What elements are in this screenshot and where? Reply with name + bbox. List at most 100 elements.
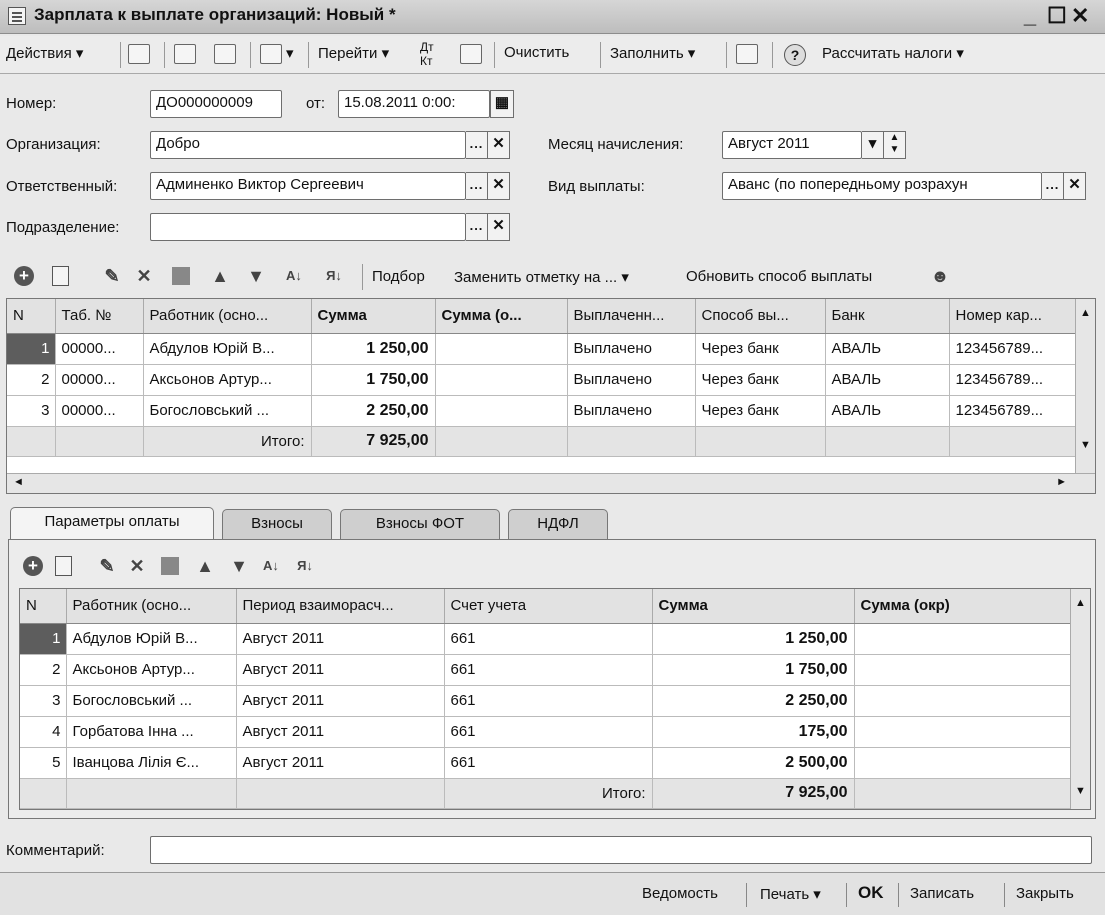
col-worker[interactable]: Работник (осно... bbox=[143, 299, 312, 334]
col-sum-o[interactable]: Сумма (о... bbox=[435, 299, 568, 334]
tab-contributions-fot[interactable]: Взносы ФОТ bbox=[340, 509, 500, 539]
col-account[interactable]: Счет учета bbox=[444, 589, 653, 624]
tab-contributions[interactable]: Взносы bbox=[222, 509, 332, 539]
payment-params-table[interactable]: N Работник (осно... Период взаиморасч...… bbox=[19, 588, 1091, 810]
col-card[interactable]: Номер кар... bbox=[949, 299, 1076, 334]
delete-row-icon[interactable]: ✕ bbox=[127, 556, 147, 576]
move-down-icon[interactable]: ▼ bbox=[229, 556, 249, 576]
edit-row-icon[interactable]: ✎ bbox=[102, 266, 122, 286]
edit-row-icon[interactable]: ✎ bbox=[97, 556, 117, 576]
org-field[interactable]: Добро bbox=[150, 131, 466, 159]
close-icon[interactable]: ✕ bbox=[1071, 3, 1095, 29]
fill-menu[interactable]: Заполнить ▾ bbox=[610, 44, 695, 62]
actions-menu[interactable]: Действия ▾ bbox=[6, 44, 83, 62]
scroll-left-icon[interactable]: ◄ bbox=[13, 476, 24, 488]
table-row[interactable]: 3 Богословський ... Август 2011 661 2 25… bbox=[20, 685, 1071, 717]
add-row-icon[interactable]: + bbox=[14, 266, 34, 286]
refresh-pay-method-button[interactable]: Обновить способ выплаты bbox=[686, 268, 872, 285]
delete-row-icon[interactable]: ✕ bbox=[134, 266, 154, 286]
horizontal-scrollbar[interactable]: ◄ ► bbox=[7, 473, 1095, 493]
number-field[interactable]: ДО000000009 bbox=[150, 90, 282, 118]
responsible-select-button[interactable]: ... bbox=[466, 172, 488, 200]
col-bank[interactable]: Банк bbox=[825, 299, 950, 334]
scroll-up-icon[interactable]: ▲ bbox=[1076, 307, 1095, 319]
print-icon[interactable] bbox=[260, 44, 282, 64]
sort-desc-icon[interactable]: Я↓ bbox=[295, 556, 315, 576]
col-n[interactable]: N bbox=[7, 299, 56, 334]
table-row[interactable]: 5 Іванцова Лілія Є... Август 2011 661 2 … bbox=[20, 747, 1071, 779]
scroll-down-icon[interactable]: ▼ bbox=[1071, 785, 1090, 797]
col-tab[interactable]: Таб. № bbox=[55, 299, 144, 334]
print-dropdown-icon[interactable]: ▾ bbox=[286, 44, 294, 62]
month-field[interactable]: Август 2011 bbox=[722, 131, 862, 159]
dept-select-button[interactable]: ... bbox=[466, 213, 488, 241]
dept-clear-icon[interactable]: ✕ bbox=[488, 213, 510, 241]
replace-mark-menu[interactable]: Заменить отметку на ... ▾ bbox=[454, 268, 629, 286]
vertical-scrollbar[interactable]: ▲ ▼ bbox=[1075, 299, 1095, 473]
month-spinner[interactable]: ▲ ▼ bbox=[884, 131, 906, 159]
end-edit-icon[interactable] bbox=[172, 267, 190, 285]
help-icon[interactable]: ? bbox=[784, 44, 806, 66]
col-sum[interactable]: Сумма bbox=[652, 589, 855, 624]
vertical-scrollbar[interactable]: ▲ ▼ bbox=[1070, 589, 1090, 809]
sort-asc-icon[interactable]: A↓ bbox=[261, 556, 281, 576]
structure-icon[interactable] bbox=[174, 44, 196, 64]
paytype-field[interactable]: Аванс (по попередньому розрахун bbox=[722, 172, 1042, 200]
responsible-clear-icon[interactable]: ✕ bbox=[488, 172, 510, 200]
goto-menu[interactable]: Перейти ▾ bbox=[318, 44, 389, 62]
end-edit-icon[interactable] bbox=[161, 557, 179, 575]
org-select-button[interactable]: ... bbox=[466, 131, 488, 159]
list-settings-icon[interactable] bbox=[736, 44, 758, 64]
calendar-icon[interactable]: ▦ bbox=[490, 90, 514, 118]
col-paid[interactable]: Выплаченн... bbox=[567, 299, 696, 334]
clear-button[interactable]: Очистить bbox=[504, 44, 569, 61]
table-row[interactable]: 1 00000... Абдулов Юрій В... 1 250,00 Вы… bbox=[7, 333, 1076, 365]
people-icon[interactable]: ☻ bbox=[930, 266, 950, 286]
table-row[interactable]: 1 Абдулов Юрій В... Август 2011 661 1 25… bbox=[20, 623, 1071, 655]
col-n[interactable]: N bbox=[20, 589, 67, 624]
statement-button[interactable]: Ведомость bbox=[642, 885, 718, 902]
print-menu[interactable]: Печать ▾ bbox=[760, 885, 821, 903]
sort-desc-icon[interactable]: Я↓ bbox=[324, 266, 344, 286]
report-icon[interactable] bbox=[460, 44, 482, 64]
ok-button[interactable]: OK bbox=[858, 883, 884, 903]
col-sum-rounded[interactable]: Сумма (окр) bbox=[854, 589, 1071, 624]
paytype-select-button[interactable]: ... bbox=[1042, 172, 1064, 200]
tab-payment-params[interactable]: Параметры оплаты bbox=[10, 507, 214, 539]
col-period[interactable]: Период взаиморасч... bbox=[236, 589, 445, 624]
debit-credit-icon[interactable]: Дт Кт bbox=[420, 40, 434, 68]
col-worker[interactable]: Работник (осно... bbox=[66, 589, 237, 624]
comment-field[interactable] bbox=[150, 836, 1092, 864]
dept-field[interactable] bbox=[150, 213, 466, 241]
refresh-doc-icon[interactable] bbox=[214, 44, 236, 64]
paytype-clear-icon[interactable]: ✕ bbox=[1064, 172, 1086, 200]
org-clear-icon[interactable]: ✕ bbox=[488, 131, 510, 159]
move-up-icon[interactable]: ▲ bbox=[210, 266, 230, 286]
minimize-icon[interactable]: _ bbox=[1023, 3, 1047, 29]
date-field[interactable]: 15.08.2011 0:00: bbox=[338, 90, 490, 118]
payments-table[interactable]: N Таб. № Работник (осно... Сумма Сумма (… bbox=[6, 298, 1096, 494]
copy-row-icon[interactable] bbox=[52, 266, 69, 286]
responsible-field[interactable]: Админенко Виктор Сергеевич bbox=[150, 172, 466, 200]
table-row[interactable]: 4 Горбатова Інна ... Август 2011 661 175… bbox=[20, 716, 1071, 748]
close-button[interactable]: Закрыть bbox=[1016, 885, 1074, 902]
scroll-up-icon[interactable]: ▲ bbox=[1071, 597, 1090, 609]
copy-row-icon[interactable] bbox=[55, 556, 72, 576]
scroll-right-icon[interactable]: ► bbox=[1056, 476, 1067, 488]
sort-asc-icon[interactable]: A↓ bbox=[284, 266, 304, 286]
post-doc-icon[interactable] bbox=[128, 44, 150, 64]
save-button[interactable]: Записать bbox=[910, 885, 974, 902]
col-method[interactable]: Способ вы... bbox=[695, 299, 826, 334]
scroll-down-icon[interactable]: ▼ bbox=[1076, 439, 1095, 451]
tab-ndfl[interactable]: НДФЛ bbox=[508, 509, 608, 539]
table-row[interactable]: 2 00000... Аксьонов Артур... 1 750,00 Вы… bbox=[7, 364, 1076, 396]
move-down-icon[interactable]: ▼ bbox=[246, 266, 266, 286]
add-row-icon[interactable]: + bbox=[23, 556, 43, 576]
col-sum[interactable]: Сумма bbox=[311, 299, 436, 334]
select-button[interactable]: Подбор bbox=[372, 268, 425, 285]
table-row[interactable]: 2 Аксьонов Артур... Август 2011 661 1 75… bbox=[20, 654, 1071, 686]
table-row[interactable]: 3 00000... Богословський ... 2 250,00 Вы… bbox=[7, 395, 1076, 427]
calc-taxes-menu[interactable]: Рассчитать налоги ▾ bbox=[822, 44, 964, 62]
move-up-icon[interactable]: ▲ bbox=[195, 556, 215, 576]
month-dropdown-icon[interactable]: ▾ bbox=[862, 131, 884, 159]
